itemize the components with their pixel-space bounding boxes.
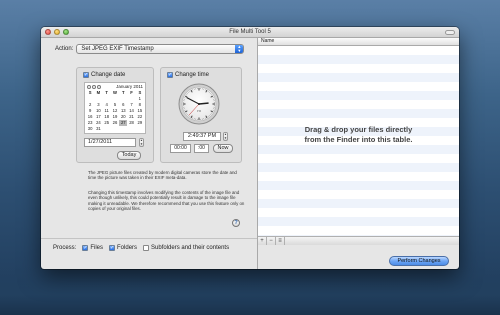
title-bar: File Multi Tool 5 bbox=[41, 27, 459, 38]
checkbox-checked-icon: ✓ bbox=[83, 72, 89, 78]
checkbox-checked-icon: ✓ bbox=[82, 245, 89, 251]
process-label: Process: bbox=[53, 245, 77, 251]
checkbox-checked-icon: ✓ bbox=[109, 245, 116, 251]
settings-pane: Action: Set JPEG EXIF Timestamp ▲ ▼ ✓ Cha… bbox=[41, 38, 257, 269]
info-paragraph-1: The JPEG picture files created by modern… bbox=[88, 170, 237, 181]
current-month-icon[interactable] bbox=[92, 84, 96, 89]
select-arrows-icon: ▲ ▼ bbox=[235, 45, 244, 53]
window-title: File Multi Tool 5 bbox=[229, 29, 271, 35]
file-table[interactable]: Name Drag & drop your files directly fro… bbox=[257, 38, 459, 269]
checkbox-unchecked-icon bbox=[143, 245, 150, 251]
drop-hint-line-1: Drag & drop your files directly bbox=[304, 125, 413, 134]
today-button[interactable]: Today bbox=[117, 151, 141, 160]
calendar-grid: S M T W T F S 1 2 3 4 5 6 7 8 9 10 11 12 13 14 15 16 17 18 19 20 21… bbox=[85, 90, 145, 132]
calendar-day[interactable]: 30 bbox=[86, 126, 94, 132]
table-body[interactable]: Drag & drop your files directly from the… bbox=[258, 46, 459, 236]
column-header-name[interactable]: Name bbox=[258, 38, 459, 46]
checkbox-checked-icon: ✓ bbox=[167, 72, 173, 78]
change-time-checkbox[interactable]: ✓ Change time bbox=[167, 72, 209, 78]
time-field[interactable]: 2:49:37 PM bbox=[183, 132, 221, 141]
change-time-label: Change time bbox=[175, 72, 210, 78]
divider bbox=[41, 238, 257, 239]
calendar-nav bbox=[87, 84, 101, 89]
info-paragraph-2: Changing this timestamp involves modifyi… bbox=[88, 190, 245, 212]
drop-hint: Drag & drop your files directly from the… bbox=[258, 125, 459, 145]
time-stepper[interactable]: ▲ ▼ bbox=[223, 132, 228, 141]
table-toolbar: + − ≡ bbox=[258, 236, 459, 245]
date-field[interactable]: 1/27/2011 bbox=[84, 138, 136, 147]
close-window-button[interactable] bbox=[45, 29, 51, 35]
process-files-label: Files bbox=[90, 245, 104, 251]
calendar-header: January 2011 bbox=[85, 83, 145, 90]
calendar-empty-cell bbox=[103, 126, 111, 132]
calendar-month-year: January 2011 bbox=[116, 84, 143, 89]
calendar-empty-cell bbox=[111, 126, 119, 132]
hour-hand bbox=[198, 102, 209, 105]
help-button[interactable]: ? bbox=[232, 219, 240, 227]
action-row: Action: Set JPEG EXIF Timestamp ▲ ▼ bbox=[55, 44, 245, 54]
app-window: File Multi Tool 5 Action: Set JPEG EXIF … bbox=[41, 27, 459, 269]
time-group: ✓ Change time PM 2:49:37 PM ▲ ▼ 00:00:0… bbox=[160, 67, 242, 163]
minimize-window-button[interactable] bbox=[54, 29, 60, 35]
process-subfolders-checkbox[interactable]: Subfolders and their contents bbox=[143, 245, 229, 251]
process-files-checkbox[interactable]: ✓ Files bbox=[82, 245, 103, 251]
calendar-empty-cell bbox=[119, 126, 127, 132]
change-date-label: Change date bbox=[91, 72, 126, 78]
change-date-checkbox[interactable]: ✓ Change date bbox=[83, 72, 125, 78]
next-month-icon[interactable] bbox=[97, 84, 101, 89]
calendar-empty-cell bbox=[127, 126, 135, 132]
toolbar-toggle-button[interactable] bbox=[445, 30, 455, 35]
desktop-background bbox=[0, 265, 500, 315]
prev-month-icon[interactable] bbox=[87, 84, 91, 89]
zoom-window-button[interactable] bbox=[63, 29, 69, 35]
calendar[interactable]: January 2011 S M T W T F S 1 2 3 4 5 6 7 8 9 10 11 12 13 14 1… bbox=[84, 82, 146, 134]
calendar-empty-cell bbox=[136, 126, 144, 132]
process-row: Process: ✓ Files ✓ Folders Subfolders an… bbox=[53, 245, 229, 251]
offset-seconds-field[interactable]: :00 bbox=[194, 144, 209, 153]
process-folders-label: Folders bbox=[117, 245, 138, 251]
date-stepper[interactable]: ▲ ▼ bbox=[139, 138, 144, 147]
table-options-button[interactable]: ≡ bbox=[276, 237, 285, 245]
process-subfolders-label: Subfolders and their contents bbox=[151, 245, 230, 251]
action-select[interactable]: Set JPEG EXIF Timestamp ▲ ▼ bbox=[76, 44, 245, 54]
perform-changes-button[interactable]: Perform Changes bbox=[389, 256, 449, 266]
clock-ampm: PM bbox=[197, 109, 202, 113]
action-label: Action: bbox=[55, 46, 74, 52]
calendar-day[interactable]: 31 bbox=[94, 126, 102, 132]
process-folders-checkbox[interactable]: ✓ Folders bbox=[109, 245, 137, 251]
drop-hint-line-2: from the Finder into this table. bbox=[304, 135, 413, 144]
remove-file-button[interactable]: − bbox=[267, 237, 276, 245]
now-button[interactable]: Now bbox=[213, 144, 233, 153]
date-group: ✓ Change date January 2011 SMTWTFS123456… bbox=[76, 67, 154, 163]
analog-clock[interactable]: PM bbox=[178, 83, 220, 125]
offset-field[interactable]: 00:00 bbox=[170, 144, 191, 153]
window-controls bbox=[45, 29, 69, 35]
action-select-value: Set JPEG EXIF Timestamp bbox=[81, 46, 154, 52]
add-file-button[interactable]: + bbox=[258, 237, 267, 245]
